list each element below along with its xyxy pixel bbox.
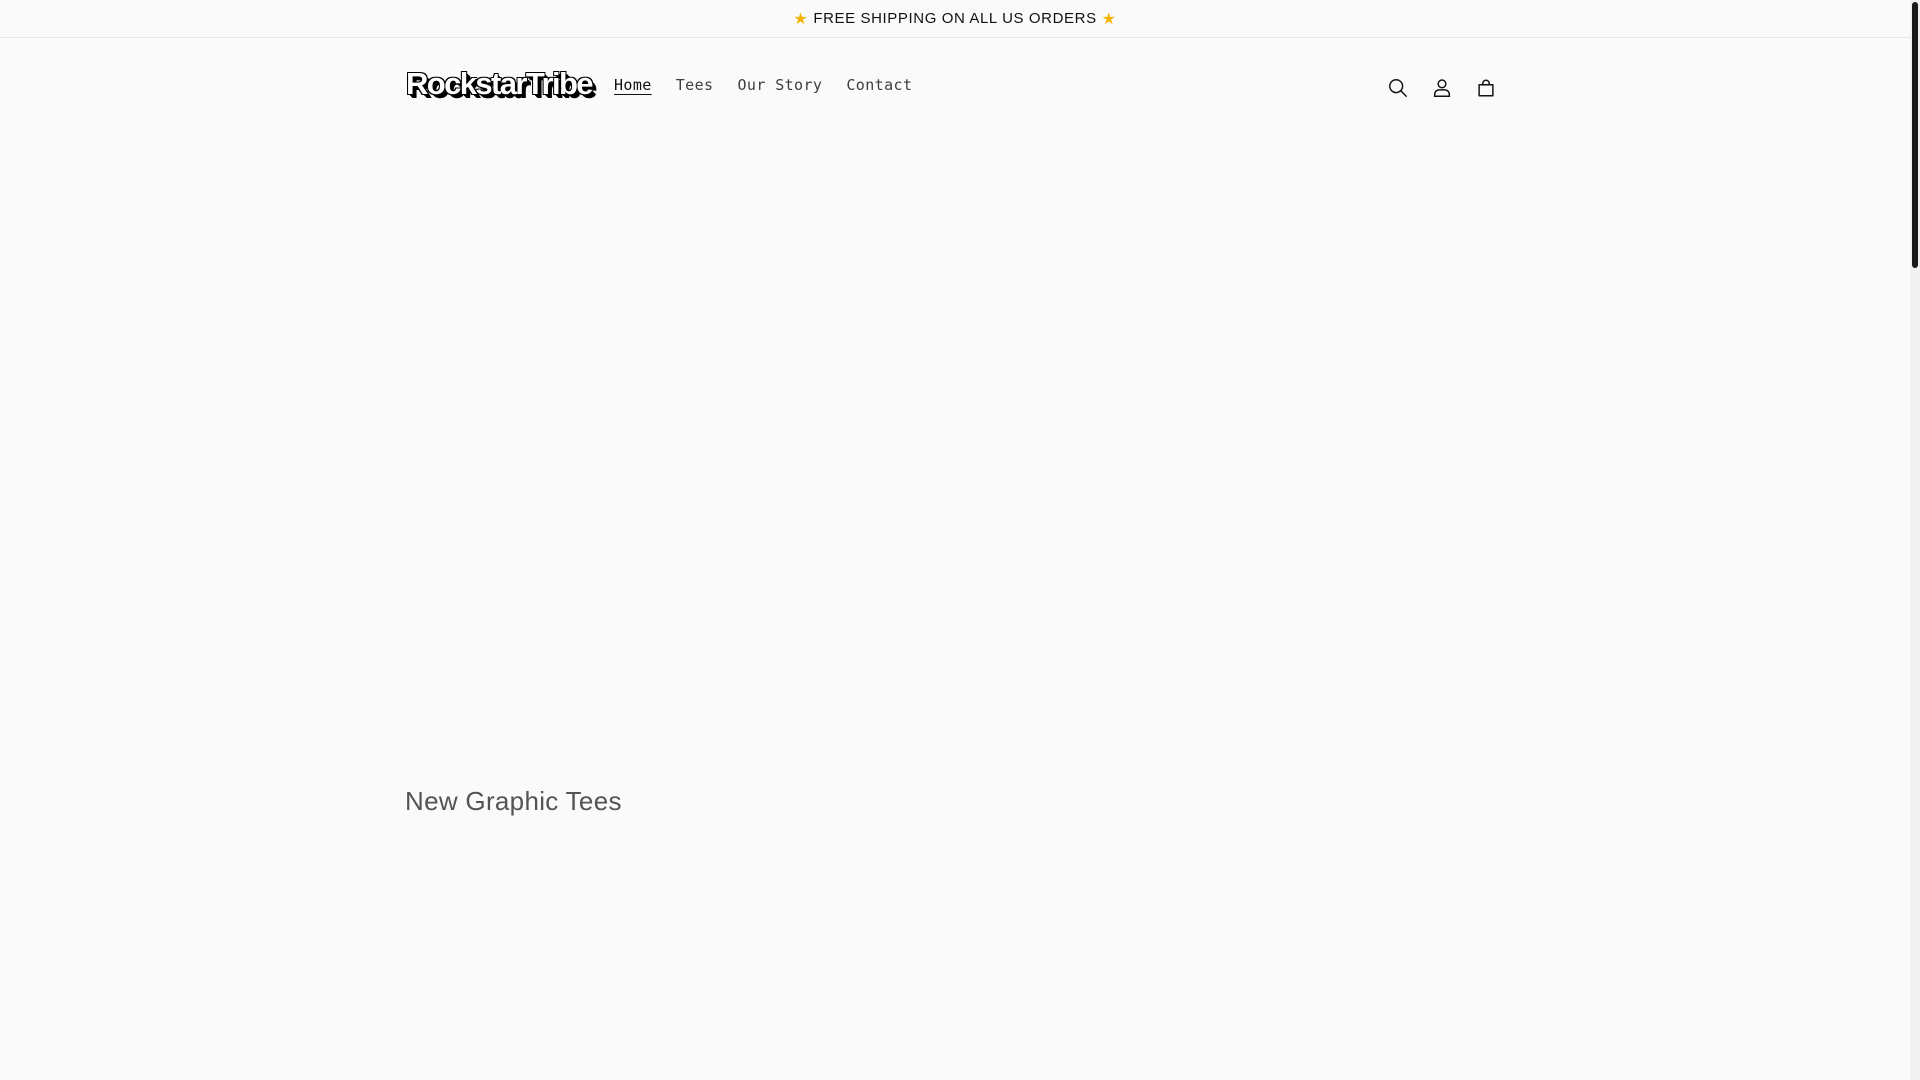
nav-contact[interactable]: Contact <box>834 70 924 100</box>
announcement-text: FREE SHIPPING ON ALL US ORDERS <box>813 10 1097 27</box>
account-button[interactable] <box>1420 66 1464 110</box>
scrollbar[interactable] <box>1910 0 1920 1080</box>
star-icon: ★ <box>1101 10 1117 28</box>
site-logo[interactable]: RockstarTribe <box>406 66 594 102</box>
header-icons <box>1376 66 1508 110</box>
logo-text: RockstarTribe <box>406 66 594 101</box>
section-title: New Graphic Tees <box>405 786 622 816</box>
page: ★ FREE SHIPPING ON ALL US ORDERS ★ Rocks… <box>0 0 1920 1080</box>
hero-banner <box>0 131 1910 751</box>
site-header: RockstarTribe Home Tees Our Story Contac… <box>0 39 1910 131</box>
star-icon: ★ <box>793 10 809 28</box>
nav-home[interactable]: Home <box>602 70 664 100</box>
announcement-bar: ★ FREE SHIPPING ON ALL US ORDERS ★ <box>0 0 1910 38</box>
nav-our-story[interactable]: Our Story <box>725 70 834 100</box>
scrollbar-thumb[interactable] <box>1912 2 1918 268</box>
cart-icon <box>1478 79 1494 97</box>
search-button[interactable] <box>1376 66 1420 110</box>
cart-button[interactable] <box>1464 66 1508 110</box>
nav-tees[interactable]: Tees <box>664 70 726 100</box>
main-nav: Home Tees Our Story Contact <box>602 70 924 100</box>
search-icon <box>1389 79 1407 97</box>
account-icon <box>1433 79 1451 97</box>
